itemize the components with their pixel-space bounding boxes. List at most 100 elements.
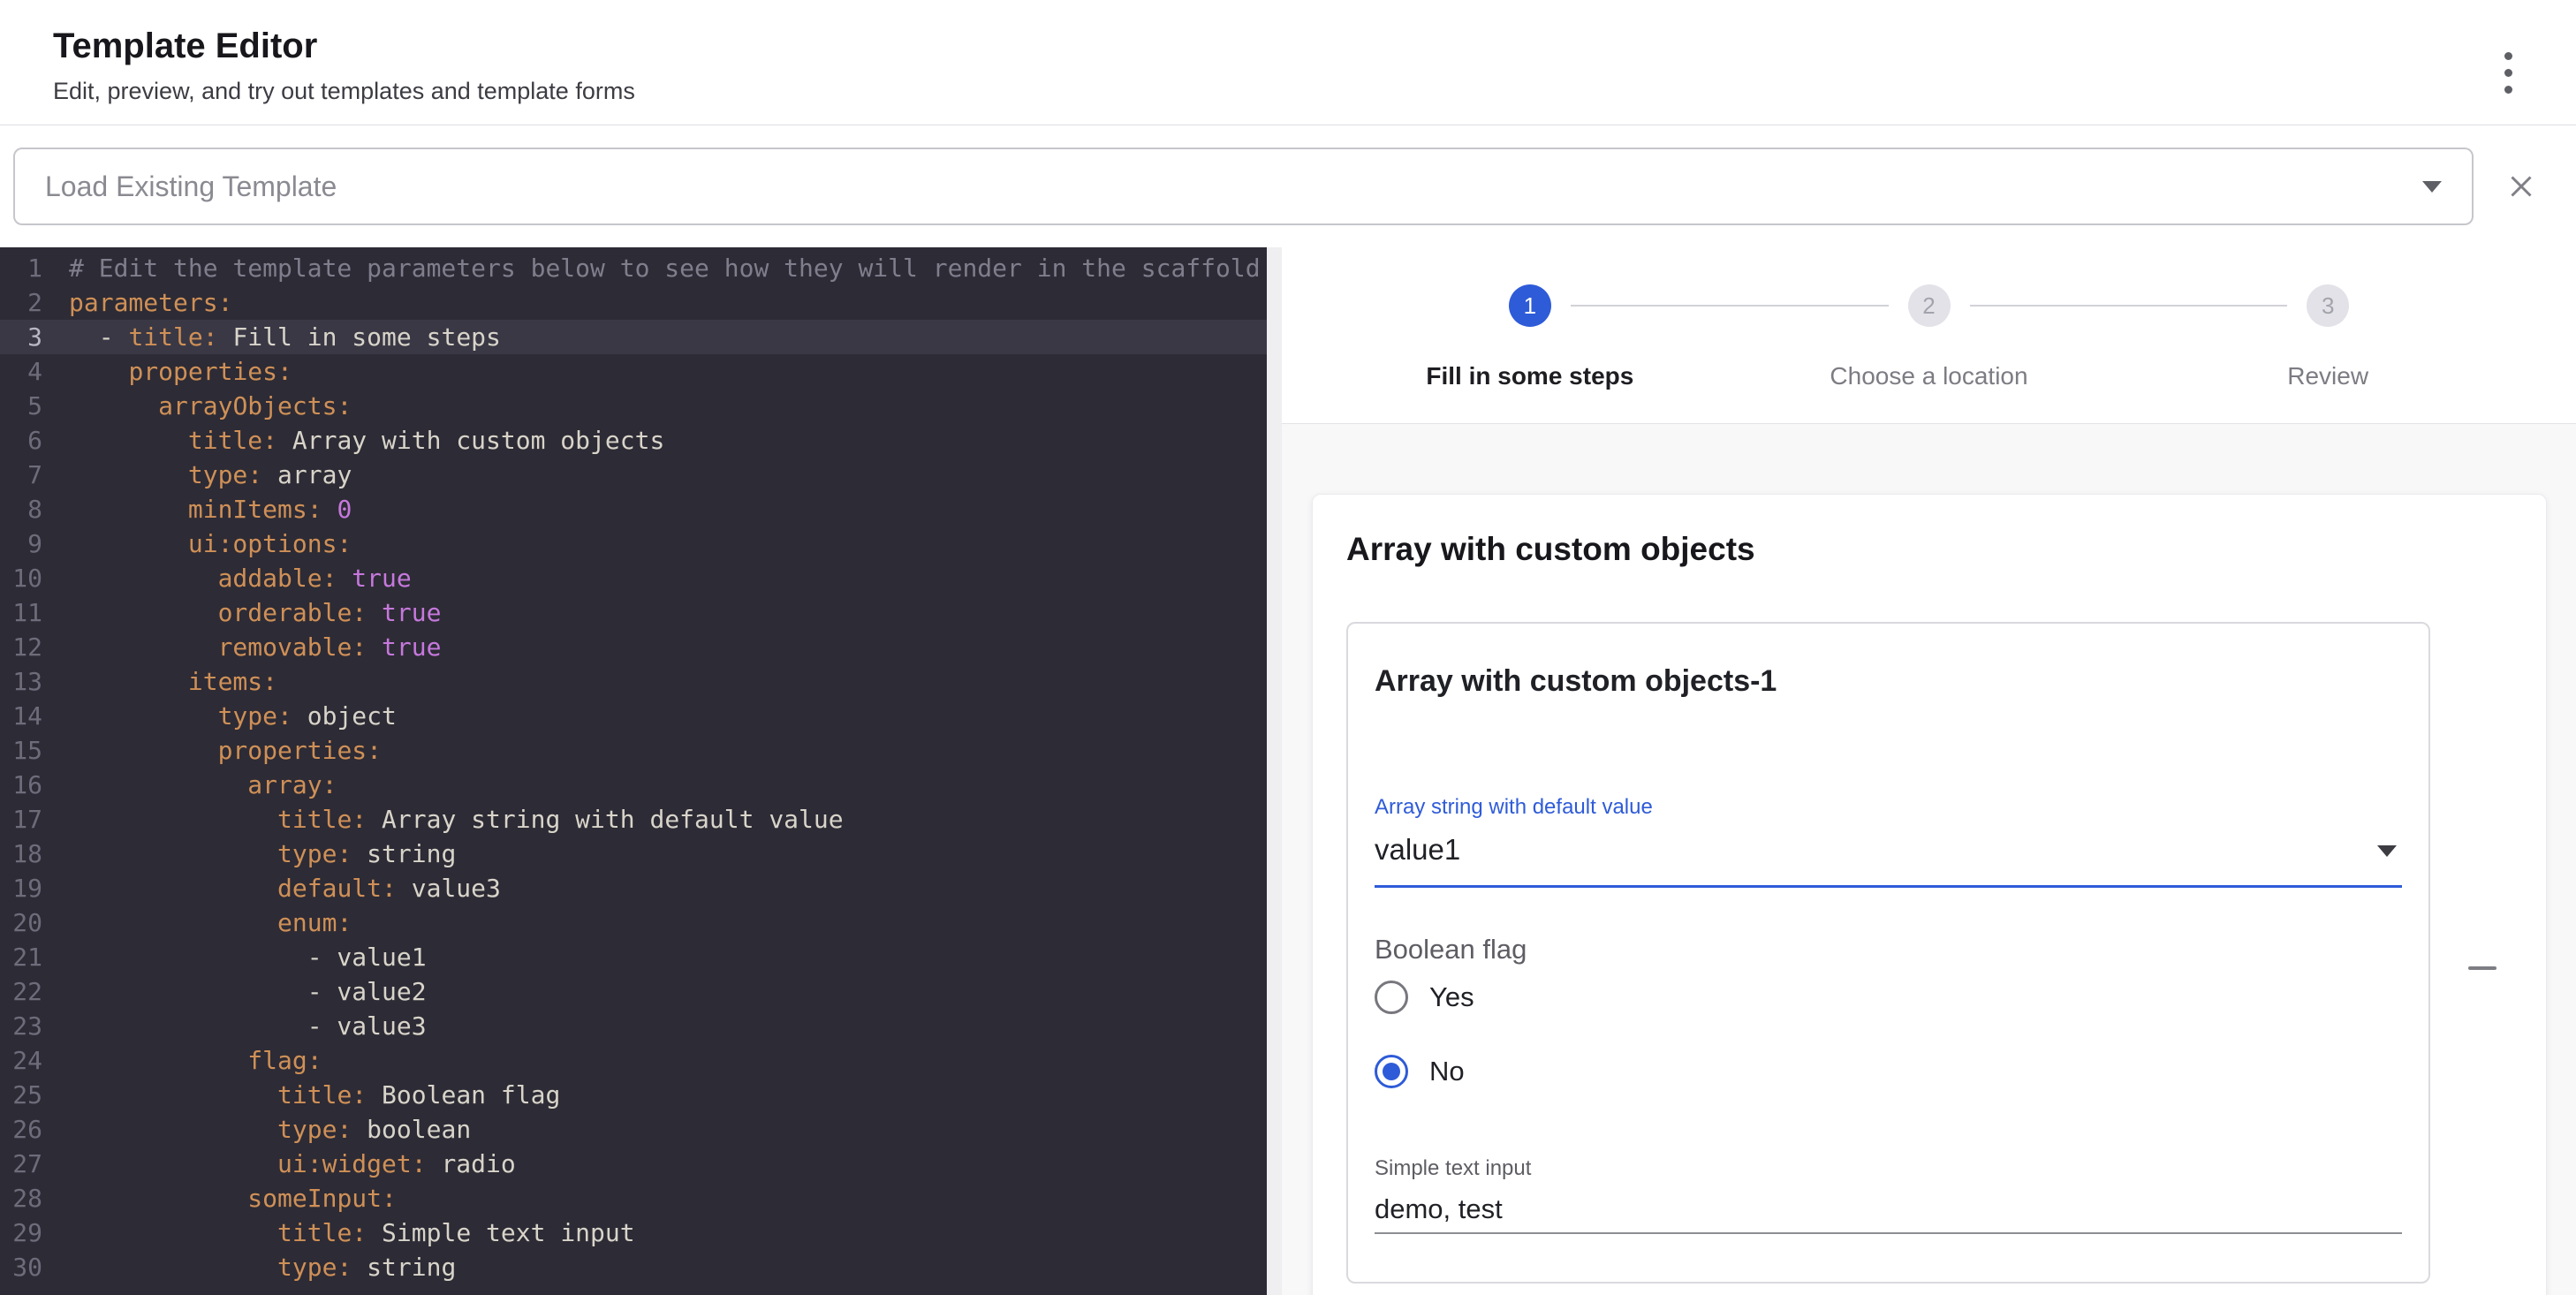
step-fill-in-some-steps[interactable]: 1 Fill in some steps <box>1330 284 1730 390</box>
code-line-28[interactable]: 28 someInput: <box>0 1181 1267 1215</box>
code-line-25[interactable]: 25 title: Boolean flag <box>0 1078 1267 1112</box>
line-number: 27 <box>0 1147 42 1181</box>
code-line-12[interactable]: 12 removable: true <box>0 630 1267 664</box>
code-line-19[interactable]: 19 default: value3 <box>0 871 1267 905</box>
step-2-icon: 2 <box>1908 284 1951 327</box>
form-section-title: Array with custom objects <box>1346 530 2512 569</box>
array-item-wrap: Array with custom objects-1 Array string… <box>1346 622 2512 1284</box>
minus-icon <box>2468 966 2496 970</box>
radio-option-no[interactable]: No <box>1375 1052 2402 1091</box>
code-line-11[interactable]: 11 orderable: true <box>0 595 1267 630</box>
code-line-21[interactable]: 21 - value1 <box>0 940 1267 974</box>
form-card: Array with custom objects Array with cus… <box>1312 494 2547 1295</box>
step-choose-a-location[interactable]: 2 Choose a location <box>1730 284 2129 390</box>
line-number: 8 <box>0 492 42 526</box>
code-line-4[interactable]: 4 properties: <box>0 354 1267 389</box>
code-line-10[interactable]: 10 addable: true <box>0 561 1267 595</box>
radio-option-yes[interactable]: Yes <box>1375 978 2402 1017</box>
code-line-2[interactable]: 2parameters: <box>0 285 1267 320</box>
line-number: 25 <box>0 1078 42 1112</box>
preview-pane: 1 Fill in some steps 2 Choose a location… <box>1282 247 2576 1295</box>
code-line-16[interactable]: 16 array: <box>0 768 1267 802</box>
line-number: 16 <box>0 768 42 802</box>
load-template-select[interactable]: Load Existing Template <box>13 148 2474 225</box>
line-number: 22 <box>0 974 42 1009</box>
radio-label-yes: Yes <box>1429 981 1474 1013</box>
line-number: 24 <box>0 1043 42 1078</box>
line-number: 15 <box>0 733 42 768</box>
line-number: 14 <box>0 699 42 733</box>
form-preview-content: Array with custom objects Array with cus… <box>1282 424 2576 1295</box>
step-review[interactable]: 3 Review <box>2128 284 2527 390</box>
code-line-9[interactable]: 9 ui:options: <box>0 526 1267 561</box>
line-number: 7 <box>0 458 42 492</box>
line-number: 3 <box>0 320 42 354</box>
code-line-8[interactable]: 8 minItems: 0 <box>0 492 1267 526</box>
overflow-menu-button[interactable] <box>2499 42 2518 103</box>
code-line-3[interactable]: 3 - title: Fill in some steps <box>0 320 1267 354</box>
radio-icon-no[interactable] <box>1375 1055 1408 1088</box>
line-number: 1 <box>0 251 42 285</box>
code-line-20[interactable]: 20 enum: <box>0 905 1267 940</box>
stepper: 1 Fill in some steps 2 Choose a location… <box>1282 247 2576 424</box>
line-number: 18 <box>0 837 42 871</box>
editor-lines: 1# Edit the template parameters below to… <box>0 251 1267 1284</box>
code-line-26[interactable]: 26 type: boolean <box>0 1112 1267 1147</box>
code-line-22[interactable]: 22 - value2 <box>0 974 1267 1009</box>
line-number: 5 <box>0 389 42 423</box>
code-line-27[interactable]: 27 ui:widget: radio <box>0 1147 1267 1181</box>
line-number: 17 <box>0 802 42 837</box>
array-item-box: Array with custom objects-1 Array string… <box>1346 622 2430 1284</box>
code-editor[interactable]: 1# Edit the template parameters below to… <box>0 247 1267 1295</box>
code-line-18[interactable]: 18 type: string <box>0 837 1267 871</box>
radio-label-no: No <box>1429 1056 1465 1087</box>
step-connector <box>1970 305 2288 307</box>
code-line-5[interactable]: 5 arrayObjects: <box>0 389 1267 423</box>
line-number: 29 <box>0 1215 42 1250</box>
line-number: 9 <box>0 526 42 561</box>
line-number: 12 <box>0 630 42 664</box>
pane-resizer[interactable] <box>1267 247 1282 1295</box>
code-line-1[interactable]: 1# Edit the template parameters below to… <box>0 251 1267 285</box>
page-header: Template Editor Edit, preview, and try o… <box>0 0 2576 125</box>
load-template-placeholder: Load Existing Template <box>45 170 2422 203</box>
select-field-label: Array string with default value <box>1375 795 2402 820</box>
code-line-15[interactable]: 15 properties: <box>0 733 1267 768</box>
code-line-6[interactable]: 6 title: Array with custom objects <box>0 423 1267 458</box>
template-select-row: Load Existing Template <box>0 125 2576 247</box>
remove-item-button[interactable] <box>2463 949 2502 988</box>
line-number: 6 <box>0 423 42 458</box>
code-line-14[interactable]: 14 type: object <box>0 699 1267 733</box>
step-3-label: Review <box>2287 362 2368 390</box>
line-number: 21 <box>0 940 42 974</box>
line-number: 19 <box>0 871 42 905</box>
simple-text-input[interactable]: demo, test <box>1375 1192 2402 1234</box>
text-field-label: Simple text input <box>1375 1156 2402 1181</box>
step-connector <box>1571 305 1889 307</box>
step-1-label: Fill in some steps <box>1426 362 1633 390</box>
code-line-24[interactable]: 24 flag: <box>0 1043 1267 1078</box>
line-number: 11 <box>0 595 42 630</box>
code-line-17[interactable]: 17 title: Array string with default valu… <box>0 802 1267 837</box>
line-number: 20 <box>0 905 42 940</box>
close-icon <box>2505 170 2537 202</box>
code-line-30[interactable]: 30 type: string <box>0 1250 1267 1284</box>
step-1-icon: 1 <box>1509 284 1551 327</box>
clear-template-button[interactable] <box>2505 170 2537 202</box>
code-line-29[interactable]: 29 title: Simple text input <box>0 1215 1267 1250</box>
code-line-13[interactable]: 13 items: <box>0 664 1267 699</box>
select-caret-icon <box>2377 845 2397 857</box>
line-number: 4 <box>0 354 42 389</box>
code-line-7[interactable]: 7 type: array <box>0 458 1267 492</box>
code-line-23[interactable]: 23 - value3 <box>0 1009 1267 1043</box>
radio-icon-yes[interactable] <box>1375 981 1408 1014</box>
radio-group-label: Boolean flag <box>1375 934 2402 966</box>
dropdown-caret-icon <box>2422 181 2442 193</box>
main-split: 1# Edit the template parameters below to… <box>0 247 2576 1295</box>
page-subtitle: Edit, preview, and try out templates and… <box>53 78 2523 104</box>
line-number: 28 <box>0 1181 42 1215</box>
page-title: Template Editor <box>53 25 2523 67</box>
array-string-select[interactable]: value1 <box>1375 832 2402 888</box>
select-value: value1 <box>1375 832 2377 867</box>
line-number: 10 <box>0 561 42 595</box>
